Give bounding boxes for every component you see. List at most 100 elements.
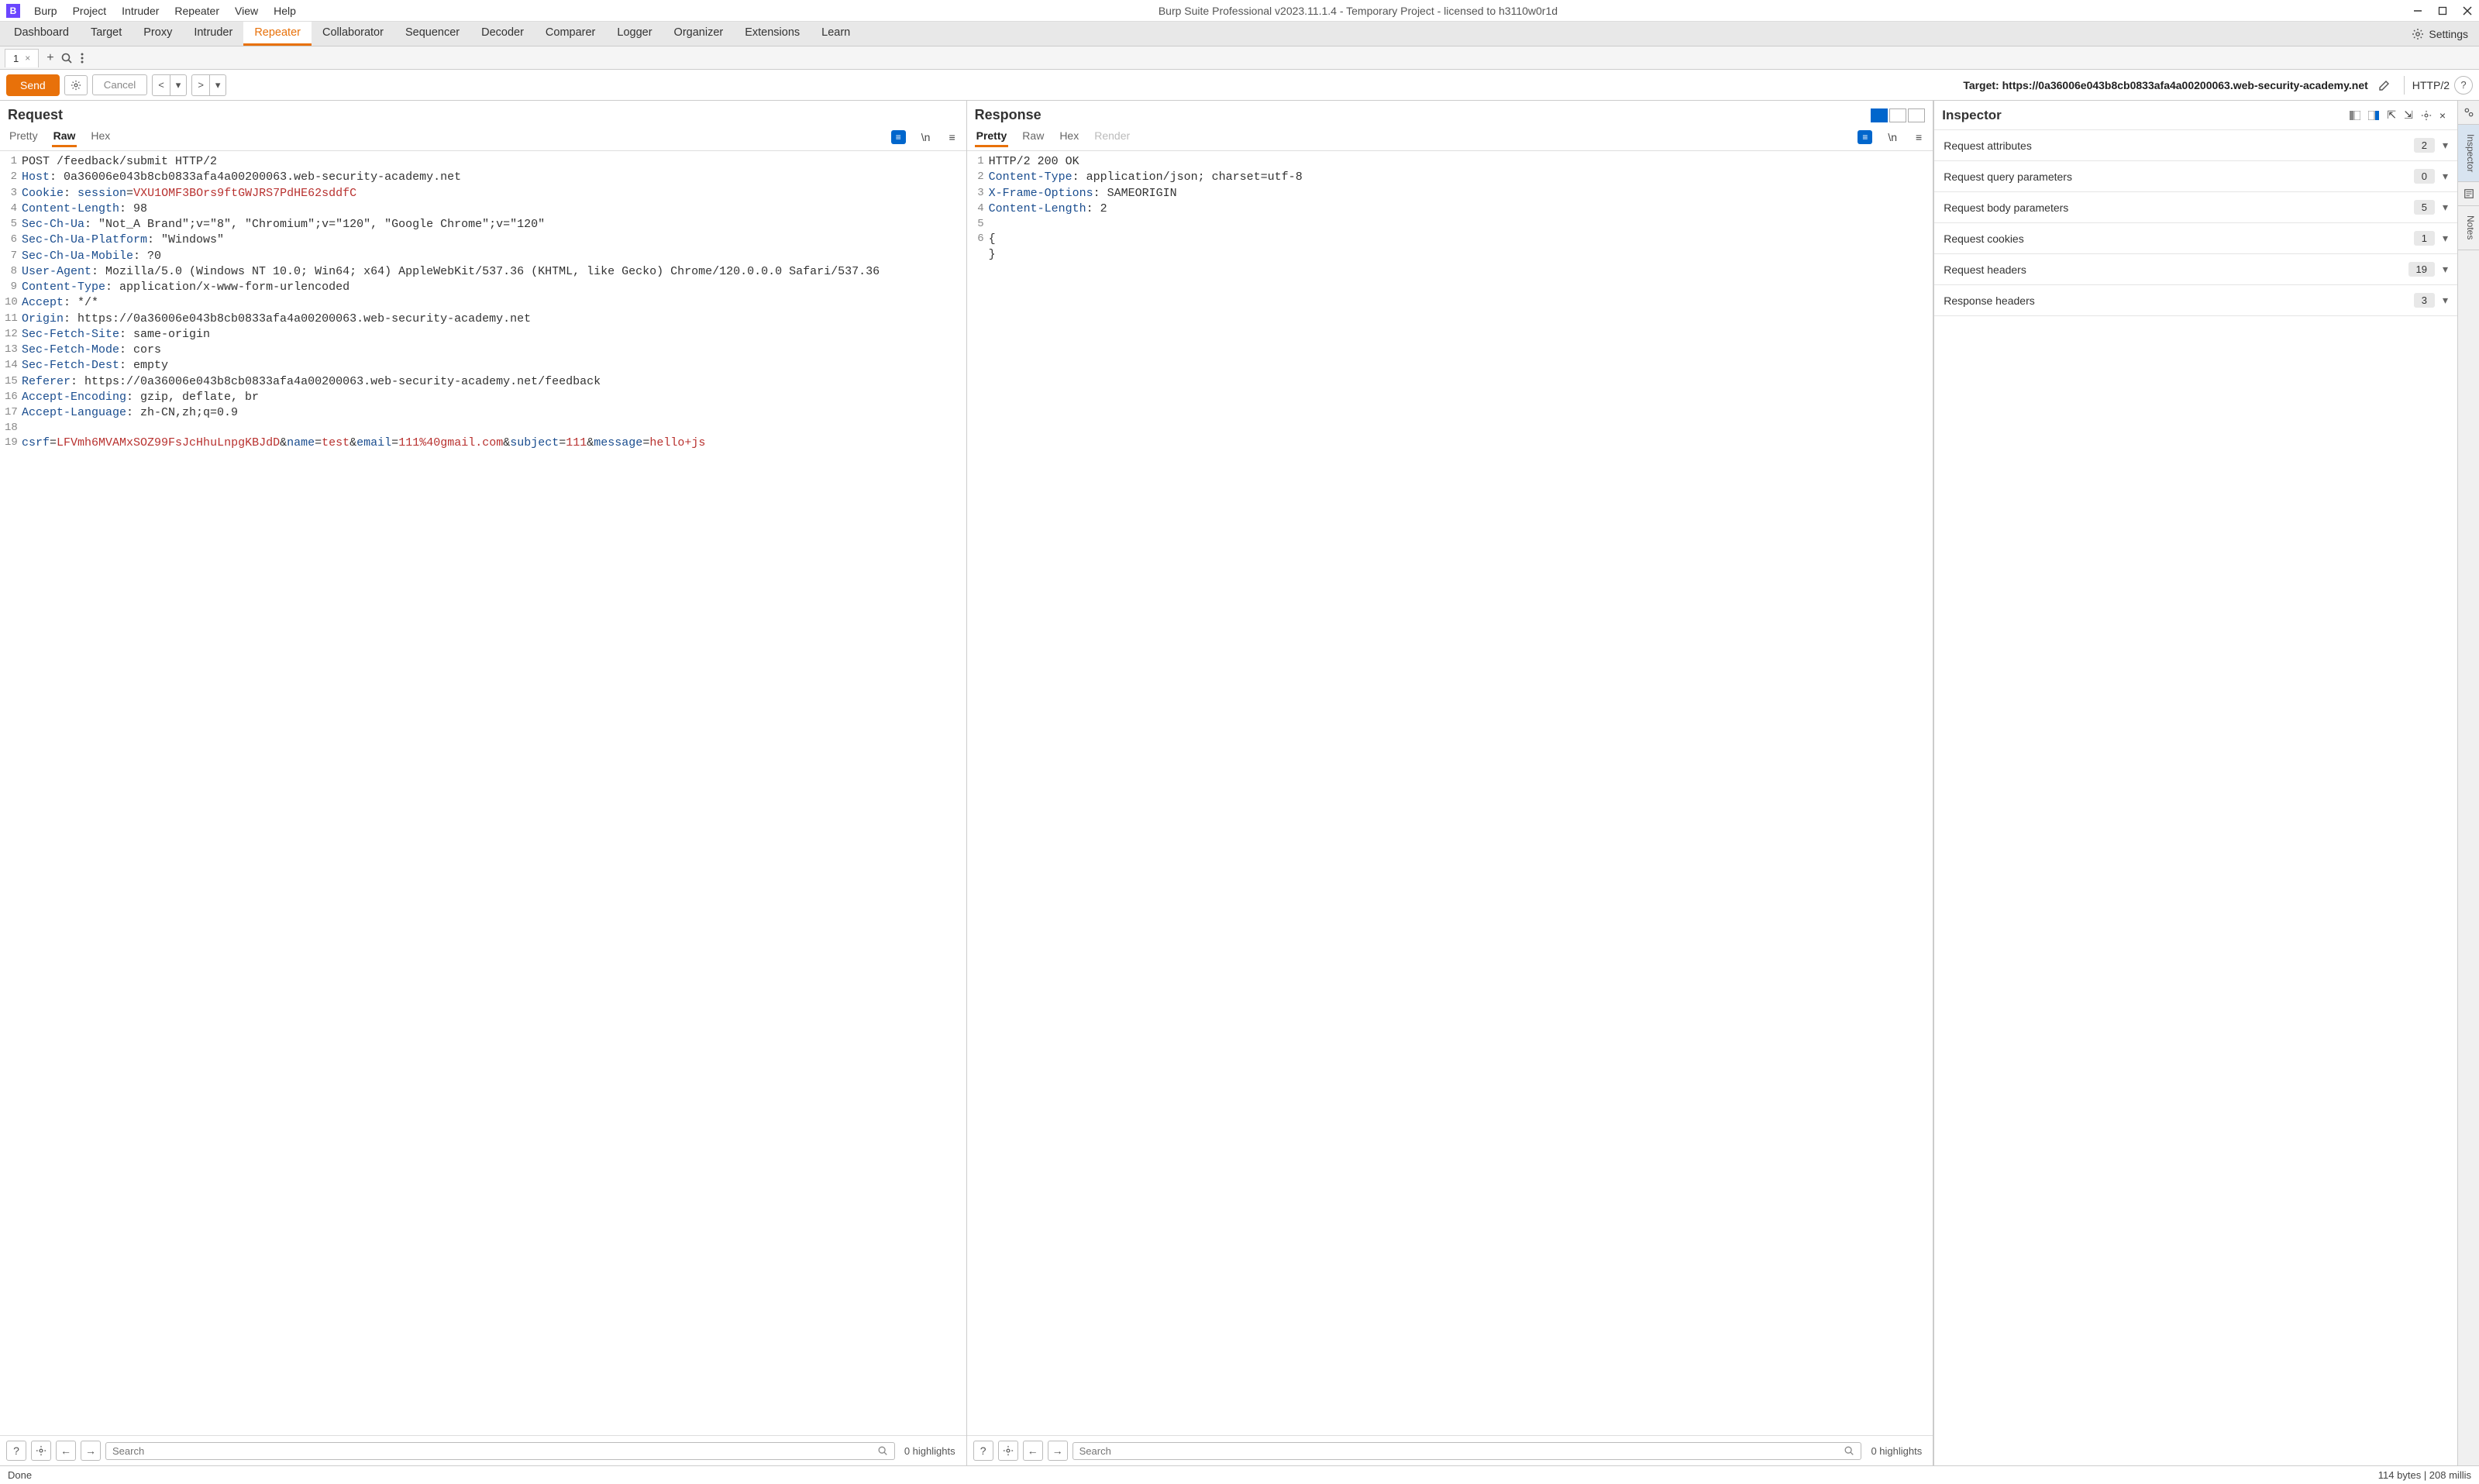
response-view-tabs: Pretty Raw Hex Render ≡ \n ≡ — [967, 123, 1933, 151]
side-tab-link-icon[interactable] — [2458, 101, 2479, 125]
inspector-expand-icon[interactable]: ⇱ — [2383, 107, 2400, 123]
inspector-collapse-icon[interactable]: ⇲ — [2400, 107, 2417, 123]
history-forward-button[interactable]: > — [191, 74, 210, 96]
tab-collaborator[interactable]: Collaborator — [312, 22, 394, 46]
inspector-section[interactable]: Request attributes2▾ — [1934, 129, 2457, 161]
inspector-section[interactable]: Request headers19▾ — [1934, 254, 2457, 285]
view-tab-raw[interactable]: Raw — [1021, 126, 1045, 147]
history-back-dropdown[interactable]: ▾ — [170, 74, 188, 96]
tab-sequencer[interactable]: Sequencer — [394, 22, 470, 46]
layout-horizontal-button[interactable] — [1871, 108, 1888, 122]
history-forward-dropdown[interactable]: ▾ — [210, 74, 227, 96]
inspector-section[interactable]: Response headers3▾ — [1934, 285, 2457, 316]
response-search-input[interactable] — [1079, 1445, 1844, 1457]
search-tabs-icon[interactable] — [60, 52, 73, 64]
main-tabs: DashboardTargetProxyIntruderRepeaterColl… — [0, 22, 2479, 46]
send-options-button[interactable] — [64, 75, 88, 95]
request-search-input[interactable] — [112, 1445, 877, 1457]
layout-vertical-button[interactable] — [1889, 108, 1906, 122]
close-tab-icon[interactable]: × — [25, 53, 30, 64]
newline-toggle-icon[interactable]: \n — [918, 129, 934, 145]
inspector-gear-icon[interactable] — [2417, 108, 2436, 122]
status-right: 114 bytes | 208 millis — [2378, 1469, 2471, 1481]
gear-icon[interactable] — [998, 1441, 1018, 1461]
chevron-down-icon: ▾ — [2443, 201, 2448, 214]
menu-intruder[interactable]: Intruder — [114, 5, 167, 17]
add-tab-button[interactable]: + — [40, 48, 60, 68]
actions-badge-icon[interactable]: ≡ — [891, 130, 906, 144]
request-menu-icon[interactable]: ≡ — [945, 129, 958, 145]
side-tab-notes-icon[interactable] — [2458, 182, 2479, 206]
inspector-section-count: 19 — [2408, 262, 2435, 277]
response-editor[interactable]: 1HTTP/2 200 OK2Content-Type: application… — [967, 151, 1933, 1435]
tab-logger[interactable]: Logger — [606, 22, 663, 46]
tab-comparer[interactable]: Comparer — [535, 22, 606, 46]
maximize-button[interactable] — [2437, 5, 2448, 16]
side-tab-notes[interactable]: Notes — [2458, 206, 2479, 250]
inspector-section[interactable]: Request cookies1▾ — [1934, 223, 2457, 254]
inspector-close-icon[interactable]: × — [2436, 108, 2450, 123]
view-tab-render[interactable]: Render — [1093, 126, 1131, 147]
chevron-down-icon: ▾ — [2443, 263, 2448, 276]
inspector-section-label: Request attributes — [1944, 139, 2414, 152]
tab-target[interactable]: Target — [80, 22, 133, 46]
search-prev-icon[interactable]: ← — [56, 1441, 76, 1461]
request-editor[interactable]: 1POST /feedback/submit HTTP/22Host: 0a36… — [0, 151, 966, 1435]
search-prev-icon[interactable]: ← — [1023, 1441, 1043, 1461]
cancel-button[interactable]: Cancel — [92, 74, 148, 95]
search-next-icon[interactable]: → — [1048, 1441, 1068, 1461]
menu-burp[interactable]: Burp — [26, 5, 65, 17]
actions-badge-icon[interactable]: ≡ — [1858, 130, 1872, 144]
settings-button[interactable]: Settings — [2404, 25, 2476, 43]
view-tab-hex[interactable]: Hex — [89, 126, 112, 147]
response-menu-icon[interactable]: ≡ — [1913, 129, 1925, 145]
tab-proxy[interactable]: Proxy — [133, 22, 183, 46]
burp-logo-icon: B — [6, 4, 20, 18]
layout-combined-button[interactable] — [1908, 108, 1925, 122]
tab-decoder[interactable]: Decoder — [470, 22, 535, 46]
response-search-box[interactable] — [1073, 1442, 1862, 1460]
newline-toggle-icon[interactable]: \n — [1885, 129, 1900, 145]
tab-organizer[interactable]: Organizer — [663, 22, 735, 46]
inspector-layout1-icon[interactable] — [2346, 109, 2364, 122]
request-view-tabs: Pretty Raw Hex ≡ \n ≡ — [0, 123, 966, 151]
minimize-button[interactable] — [2412, 5, 2423, 16]
inspector-section-count: 3 — [2414, 293, 2435, 308]
inspector-section[interactable]: Request query parameters0▾ — [1934, 161, 2457, 192]
close-window-button[interactable] — [2462, 5, 2473, 16]
repeater-tab-1[interactable]: 1 × — [5, 49, 39, 67]
inspector-panel: Inspector ⇱ ⇲ × Request attributes2▾Requ… — [1933, 101, 2479, 1465]
inspector-section-count: 1 — [2414, 231, 2435, 246]
menu-repeater[interactable]: Repeater — [167, 5, 227, 17]
chevron-down-icon: ▾ — [2443, 232, 2448, 245]
tab-dashboard[interactable]: Dashboard — [3, 22, 80, 46]
view-tab-raw[interactable]: Raw — [52, 126, 77, 147]
view-tab-pretty[interactable]: Pretty — [975, 126, 1009, 147]
request-highlights: 0 highlights — [900, 1445, 960, 1457]
help-icon[interactable]: ? — [973, 1441, 993, 1461]
request-search-box[interactable] — [105, 1442, 895, 1460]
gear-icon — [2412, 28, 2424, 40]
view-tab-pretty[interactable]: Pretty — [8, 126, 40, 147]
inspector-section-label: Request query parameters — [1944, 170, 2414, 183]
menu-view[interactable]: View — [227, 5, 266, 17]
tab-learn[interactable]: Learn — [811, 22, 861, 46]
menu-project[interactable]: Project — [65, 5, 115, 17]
kebab-menu-icon[interactable] — [81, 52, 84, 64]
gear-icon[interactable] — [31, 1441, 51, 1461]
help-button[interactable]: ? — [2454, 76, 2473, 95]
tab-intruder[interactable]: Intruder — [183, 22, 243, 46]
view-tab-hex[interactable]: Hex — [1058, 126, 1080, 147]
search-next-icon[interactable]: → — [81, 1441, 101, 1461]
tab-repeater[interactable]: Repeater — [243, 22, 312, 46]
menu-help[interactable]: Help — [266, 5, 304, 17]
history-back-button[interactable]: < — [152, 74, 170, 96]
side-tab-inspector[interactable]: Inspector — [2458, 125, 2479, 182]
edit-target-button[interactable] — [2373, 75, 2396, 95]
help-icon[interactable]: ? — [6, 1441, 26, 1461]
content-area: Request PrettyRawHex ≡ \n ≡ 1POST /feedb… — [0, 101, 2479, 1465]
inspector-layout2-icon[interactable] — [2364, 109, 2383, 122]
send-button[interactable]: Send — [6, 74, 60, 96]
tab-extensions[interactable]: Extensions — [734, 22, 811, 46]
inspector-section[interactable]: Request body parameters5▾ — [1934, 192, 2457, 223]
